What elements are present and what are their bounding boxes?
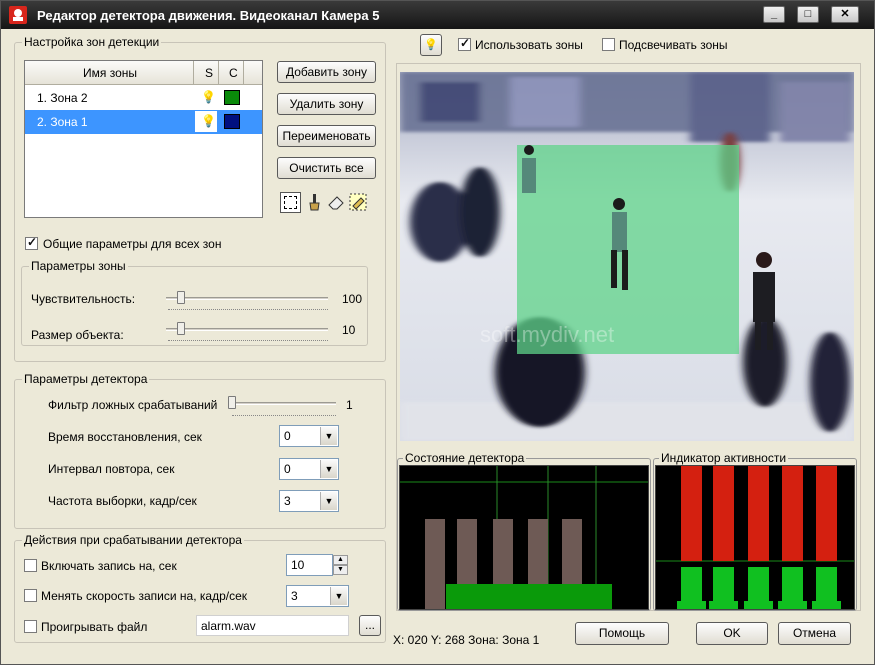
- zones-group-label: Настройка зон детекции: [22, 35, 162, 49]
- sensitivity-slider[interactable]: [166, 297, 328, 300]
- activity-red-bar: [748, 466, 769, 561]
- ok-button[interactable]: OK: [696, 622, 768, 645]
- state-bar: [425, 519, 445, 609]
- use-zones-checkbox[interactable]: [458, 36, 471, 51]
- activity-green-base: [778, 601, 807, 609]
- cancel-button[interactable]: Отмена: [778, 622, 851, 645]
- header-zone-name[interactable]: Имя зоны: [83, 66, 137, 80]
- highlight-zones-label: Подсвечивать зоны: [619, 38, 728, 52]
- false-filter-value: 1: [346, 398, 353, 412]
- use-zones-label: Использовать зоны: [475, 38, 583, 52]
- activity-red-bar: [782, 466, 803, 561]
- table-row-selected[interactable]: 2. Зона 1 💡: [25, 110, 262, 134]
- detector-params-label: Параметры детектора: [22, 372, 150, 386]
- delete-zone-button[interactable]: Удалить зону: [277, 93, 376, 115]
- repeat-label: Интервал повтора, сек: [48, 462, 175, 476]
- maximize-button[interactable]: □: [797, 6, 819, 23]
- state-green-band: [446, 584, 612, 609]
- sound-file-input[interactable]: alarm.wav: [196, 615, 349, 636]
- title-bar: Редактор детектора движения. Видеоканал …: [1, 1, 874, 29]
- bulb-icon: 💡: [424, 39, 438, 51]
- play-file-checkbox[interactable]: [24, 620, 37, 633]
- sample-rate-select[interactable]: 3 ▼: [279, 490, 339, 512]
- activity-red-bar: [681, 466, 702, 561]
- tool-bar: [277, 191, 371, 215]
- speed-select[interactable]: 3 ▼: [286, 585, 349, 607]
- bulb-icon: 💡: [201, 90, 216, 104]
- header-c[interactable]: C: [229, 66, 238, 80]
- common-params-checkbox[interactable]: [25, 235, 38, 250]
- clear-all-button[interactable]: Очистить все: [277, 157, 376, 179]
- chevron-down-icon: ▼: [320, 460, 337, 478]
- help-button[interactable]: Помощь: [575, 622, 669, 645]
- speed-label: Менять скорость записи на, кадр/сек: [41, 589, 248, 603]
- camera-preview[interactable]: soft.mydiv.net: [400, 72, 854, 441]
- false-filter-slider[interactable]: [230, 402, 336, 405]
- object-size-slider[interactable]: [166, 328, 328, 331]
- activity-green-base: [709, 601, 738, 609]
- object-size-label: Размер объекта:: [31, 328, 124, 342]
- repeat-select[interactable]: 0 ▼: [279, 458, 339, 480]
- sample-rate-label: Частота выборки, кадр/сек: [48, 494, 197, 508]
- table-row[interactable]: 1. Зона 2 💡: [25, 86, 262, 110]
- activity-red-bar: [713, 466, 734, 561]
- spin-up-button[interactable]: ▲: [333, 555, 348, 565]
- detector-state-label: Состояние детектора: [403, 451, 527, 465]
- zone-params-label: Параметры зоны: [29, 259, 128, 273]
- chevron-down-icon: ▼: [320, 492, 337, 510]
- detector-state-chart: [399, 465, 649, 610]
- motion-detector-window: Редактор детектора движения. Видеоканал …: [0, 0, 875, 665]
- recovery-label: Время восстановления, сек: [48, 430, 202, 444]
- table-header: Имя зоны S C: [25, 61, 262, 85]
- record-label: Включать запись на, сек: [41, 559, 177, 573]
- header-s[interactable]: S: [205, 66, 213, 80]
- false-filter-thumb[interactable]: [228, 396, 236, 409]
- chevron-down-icon: ▼: [330, 587, 347, 605]
- bulb-icon: 💡: [201, 114, 216, 128]
- sensitivity-label: Чувствительность:: [31, 292, 136, 306]
- activity-label: Индикатор активности: [659, 451, 789, 465]
- rename-zone-button[interactable]: Переименовать: [277, 125, 376, 147]
- record-checkbox[interactable]: [24, 559, 37, 572]
- sensitivity-thumb[interactable]: [177, 291, 185, 304]
- activity-chart: [655, 465, 855, 610]
- zone-color-swatch[interactable]: [224, 114, 240, 129]
- activity-green-base: [744, 601, 773, 609]
- false-filter-label: Фильтр ложных срабатываний: [48, 398, 218, 412]
- select-rect-icon[interactable]: [280, 192, 301, 213]
- camera-image: soft.mydiv.net: [400, 72, 854, 441]
- fill-icon[interactable]: [348, 192, 369, 213]
- window-title: Редактор детектора движения. Видеоканал …: [37, 8, 380, 23]
- activity-red-bar: [816, 466, 837, 561]
- activity-green-base: [812, 601, 841, 609]
- actions-group-label: Действия при срабатывании детектора: [22, 533, 244, 547]
- zone-name: 1. Зона 2: [37, 91, 88, 105]
- play-file-label: Проигрывать файл: [41, 620, 148, 634]
- eraser-icon[interactable]: [326, 192, 347, 213]
- minimize-button[interactable]: _: [763, 6, 785, 23]
- cursor-status: X: 020 Y: 268 Зона: Зона 1: [393, 633, 540, 647]
- bulb-toggle-button[interactable]: 💡: [420, 34, 442, 56]
- common-params-label: Общие параметры для всех зон: [43, 237, 222, 251]
- sensitivity-value: 100: [342, 292, 363, 306]
- watermark-text: soft.mydiv.net: [480, 322, 614, 347]
- spin-down-button[interactable]: ▼: [333, 565, 348, 575]
- highlight-zones-checkbox[interactable]: [602, 38, 615, 51]
- record-seconds-input[interactable]: 10: [286, 554, 333, 576]
- app-icon: [9, 6, 27, 24]
- close-button[interactable]: ✕: [831, 6, 859, 23]
- recovery-select[interactable]: 0 ▼: [279, 425, 339, 447]
- browse-button[interactable]: ...: [359, 615, 381, 636]
- activity-green-base: [677, 601, 706, 609]
- add-zone-button[interactable]: Добавить зону: [277, 61, 376, 83]
- chevron-down-icon: ▼: [320, 427, 337, 445]
- zone-name: 2. Зона 1: [37, 115, 88, 129]
- zones-table: Имя зоны S C 1. Зона 2 💡 2. Зона 1 💡: [24, 60, 263, 218]
- object-size-thumb[interactable]: [177, 322, 185, 335]
- brush-icon[interactable]: [304, 192, 325, 213]
- zone-color-swatch[interactable]: [224, 90, 240, 105]
- speed-checkbox[interactable]: [24, 589, 37, 602]
- object-size-value: 10: [342, 323, 356, 337]
